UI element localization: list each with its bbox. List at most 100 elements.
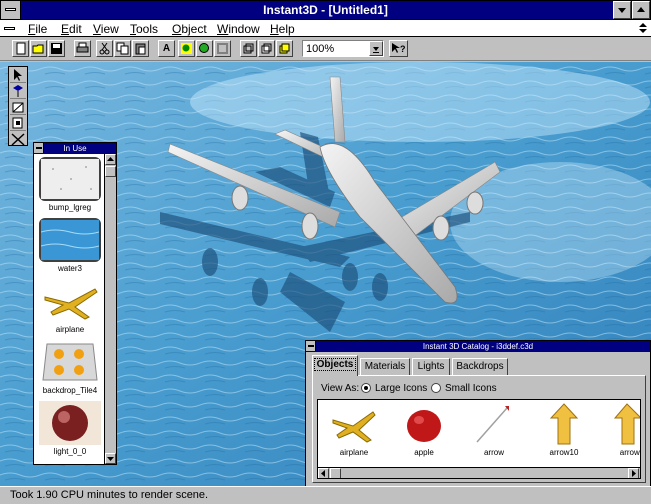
catalog-horizontal-scrollbar[interactable] — [318, 467, 640, 478]
menu-bar: File Edit View Tools Object Window Help — [0, 20, 651, 37]
tab-lights[interactable]: Lights — [412, 358, 450, 375]
view-front-icon[interactable] — [240, 40, 257, 57]
item-label: arrow — [483, 448, 504, 457]
water-texture-thumbnail — [39, 218, 101, 262]
apple-icon — [399, 402, 449, 446]
in-use-title: In Use — [63, 144, 87, 153]
arrow1-icon — [607, 402, 640, 446]
open-folder-icon[interactable] — [30, 40, 47, 57]
save-disk-icon[interactable] — [48, 40, 65, 57]
print-icon[interactable] — [74, 40, 91, 57]
scroll-thumb[interactable] — [330, 468, 341, 478]
render-sphere-icon[interactable] — [196, 40, 213, 57]
list-item[interactable]: backdrop_Tile4 — [37, 340, 103, 395]
menu-help[interactable]: Help — [270, 22, 295, 36]
restore-document-icon[interactable] — [637, 21, 649, 35]
menu-window[interactable]: Window — [217, 22, 260, 36]
menu-file[interactable]: File — [28, 22, 47, 36]
arrow10-icon — [539, 402, 589, 446]
menu-tools[interactable]: Tools — [130, 22, 158, 36]
fit-tool-icon[interactable] — [10, 132, 26, 147]
catalog-item-apple[interactable]: apple — [396, 402, 452, 457]
view-as-label: View As: — [321, 383, 360, 394]
list-item[interactable]: water3 — [37, 218, 103, 273]
in-use-title-bar: In Use — [34, 143, 116, 154]
view-side-icon[interactable] — [258, 40, 275, 57]
cut-scissors-icon[interactable] — [96, 40, 113, 57]
tab-materials[interactable]: Materials — [360, 358, 410, 375]
tool-palette — [8, 66, 28, 146]
item-label: airplane — [55, 325, 85, 334]
objects-tab-panel: View As: Large Icons Small Icons airplan… — [312, 375, 646, 483]
tile-backdrop-thumbnail — [39, 340, 101, 384]
item-label: airplane — [339, 448, 369, 457]
catalog-item-arrow[interactable]: arrow — [466, 402, 522, 457]
item-label: light_0_0 — [53, 447, 87, 456]
move-tool-icon[interactable] — [10, 100, 26, 115]
light-sphere-thumbnail — [39, 401, 101, 445]
catalog-item-arrow1[interactable]: arrow1 — [604, 402, 640, 457]
in-use-panel: In Use bump_lgreg water3 airplane backdr… — [33, 142, 117, 465]
item-label: water3 — [57, 264, 82, 273]
status-text: Took 1.90 CPU minutes to render scene. — [10, 489, 209, 501]
item-label: apple — [414, 448, 434, 457]
menu-object[interactable]: Object — [172, 22, 207, 36]
list-item[interactable]: light_0_0 — [37, 401, 103, 456]
catalog-window: Instant 3D Catalog - i3ddef.c3d Objects … — [305, 340, 651, 487]
view-solid-icon[interactable] — [276, 40, 293, 57]
copy-icon[interactable] — [114, 40, 131, 57]
item-label: arrow10 — [549, 448, 579, 457]
scale-tool-icon[interactable] — [10, 116, 26, 131]
catalog-item-airplane[interactable]: airplane — [326, 402, 382, 457]
catalog-title-bar: Instant 3D Catalog - i3ddef.c3d — [306, 341, 650, 352]
small-icons-radio[interactable] — [431, 383, 441, 393]
zoom-dropdown-icon[interactable] — [369, 41, 383, 56]
context-help-icon[interactable]: ? — [389, 40, 408, 57]
list-item[interactable]: bump_lgreg — [37, 157, 103, 212]
airplane-icon — [329, 402, 379, 446]
tab-objects[interactable]: Objects — [312, 355, 358, 376]
maximize-button[interactable] — [632, 1, 650, 19]
in-use-list: bump_lgreg water3 airplane backdrop_Tile… — [34, 154, 105, 464]
text-tool-button[interactable]: A — [158, 40, 175, 57]
panel-system-menu[interactable] — [34, 143, 44, 153]
menu-edit[interactable]: Edit — [61, 22, 82, 36]
tab-backdrops[interactable]: Backdrops — [452, 358, 508, 375]
menu-view[interactable]: View — [93, 22, 119, 36]
catalog-object-list: airplane apple arrow arrow10 arrow1 — [317, 399, 641, 479]
toolbar: A 100% ? — [0, 37, 651, 61]
zoom-value: 100% — [306, 43, 335, 55]
scroll-down-icon[interactable] — [105, 453, 116, 464]
scroll-up-icon[interactable] — [105, 154, 116, 165]
small-icons-label[interactable]: Small Icons — [445, 383, 497, 394]
rotate-tool-icon[interactable] — [10, 84, 26, 99]
paste-icon[interactable] — [132, 40, 149, 57]
in-use-scrollbar[interactable] — [104, 154, 116, 464]
title-bar: Instant3D - [Untitled1] — [0, 0, 651, 20]
scroll-thumb[interactable] — [105, 166, 116, 177]
scroll-right-icon[interactable] — [628, 468, 639, 478]
svg-text:?: ? — [400, 44, 406, 54]
zoom-select[interactable]: 100% — [302, 40, 384, 57]
bump-texture-thumbnail — [39, 157, 101, 201]
large-icons-label[interactable]: Large Icons — [375, 383, 427, 394]
render-wire-icon[interactable] — [214, 40, 231, 57]
minimize-button[interactable] — [613, 1, 631, 19]
new-file-icon[interactable] — [12, 40, 29, 57]
document-system-menu[interactable] — [3, 23, 17, 34]
item-label: bump_lgreg — [48, 203, 92, 212]
arrow-icon — [469, 402, 519, 446]
list-item[interactable]: airplane — [37, 279, 103, 334]
catalog-title: Instant 3D Catalog - i3ddef.c3d — [422, 342, 534, 351]
window-title: Instant3D - [Untitled1] — [263, 3, 388, 17]
item-label: arrow1 — [619, 448, 640, 457]
catalog-item-arrow10[interactable]: arrow10 — [536, 402, 592, 457]
item-label: backdrop_Tile4 — [42, 386, 98, 395]
status-bar: Took 1.90 CPU minutes to render scene. — [0, 486, 651, 504]
pointer-tool-icon[interactable] — [10, 68, 26, 83]
airplane-icon — [39, 279, 101, 323]
render-green-icon[interactable] — [178, 40, 195, 57]
catalog-system-menu[interactable] — [306, 341, 316, 351]
scroll-left-icon[interactable] — [318, 468, 329, 478]
large-icons-radio[interactable] — [361, 383, 371, 393]
